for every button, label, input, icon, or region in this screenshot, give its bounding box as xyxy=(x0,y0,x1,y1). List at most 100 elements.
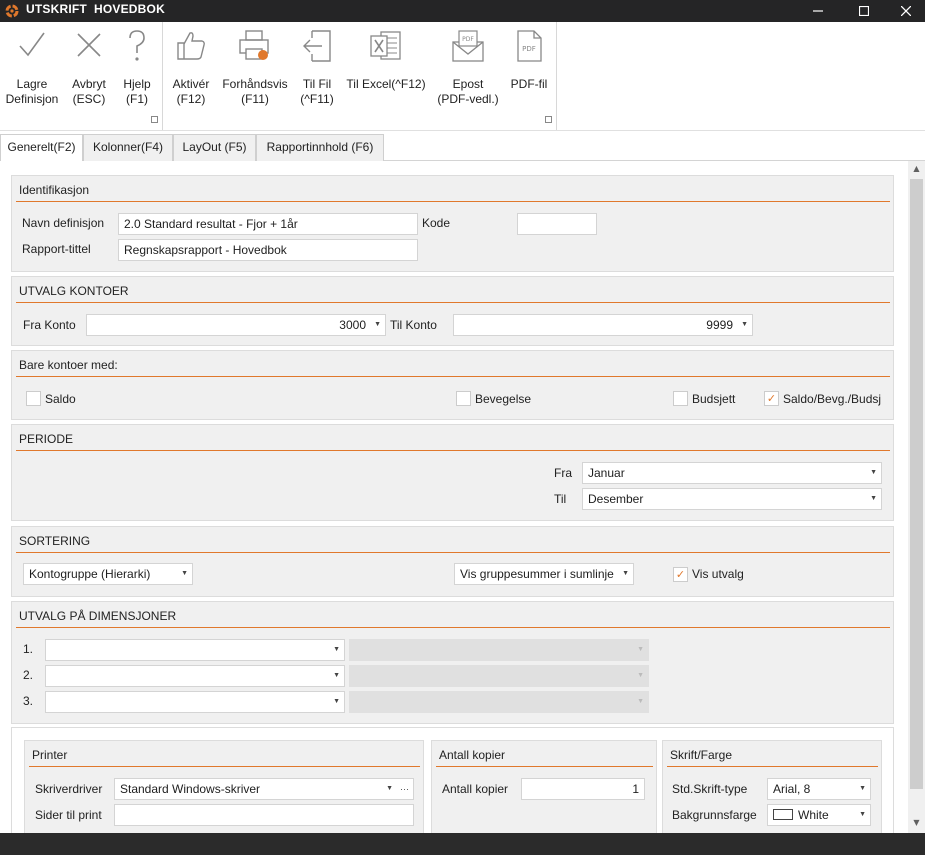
color-swatch xyxy=(773,809,793,820)
dimension-2-value-dropdown: ▼ xyxy=(349,665,649,687)
close-button[interactable] xyxy=(885,0,925,22)
saldo-bevg-budsj-checkbox[interactable]: ✓ xyxy=(764,391,779,406)
antall-kopier-input[interactable]: 1 xyxy=(521,778,645,800)
dimension-row-label: 3. xyxy=(23,694,34,708)
cancel-button[interactable]: Avbryt (ESC) xyxy=(66,28,112,107)
dropdown-arrow-icon: ▼ xyxy=(333,698,340,705)
tab-bar: Generelt(F2) Kolonner(F4) LayOut (F5) Ra… xyxy=(0,131,925,162)
output-settings-panel: Printer Skriverdriver Standard Windows-s… xyxy=(11,727,894,833)
email-pdf-icon: PDF xyxy=(452,30,484,62)
help-button[interactable]: Hjelp (F1) xyxy=(117,28,157,107)
antall-kopier-label: Antall kopier xyxy=(442,782,509,796)
tab-generelt[interactable]: Generelt(F2) xyxy=(0,134,83,162)
rapport-tittel-input[interactable]: Regnskapsrapport - Hovedbok xyxy=(118,239,418,261)
gruppesummer-dropdown[interactable]: Vis gruppesummer i sumlinje ▼ xyxy=(454,563,634,585)
dropdown-arrow-icon: ▼ xyxy=(859,811,866,818)
tab-label: LayOut (F5) xyxy=(182,140,247,154)
vertical-scrollbar[interactable]: ▲ ▼ xyxy=(908,161,925,833)
tab-rapportinnhold[interactable]: Rapportinnhold (F6) xyxy=(256,134,384,161)
dimension-3-dropdown[interactable]: ▼ xyxy=(45,691,345,713)
ribbon-group-expand-icon[interactable] xyxy=(151,116,158,123)
saldo-checkbox[interactable] xyxy=(26,391,41,406)
ribbon-group-expand-icon[interactable] xyxy=(545,116,552,123)
bevegelse-checkbox[interactable] xyxy=(456,391,471,406)
skriverdriver-dropdown[interactable]: Standard Windows-skriver ▼ ··· xyxy=(114,778,414,800)
dimension-3-value-dropdown: ▼ xyxy=(349,691,649,713)
minimize-button[interactable] xyxy=(797,0,839,22)
sortering-value: Kontogruppe (Hierarki) xyxy=(29,567,151,581)
saldo-bevg-budsj-label: Saldo/Bevg./Budsj xyxy=(783,392,882,406)
group-divider xyxy=(667,766,878,767)
skriverdriver-value: Standard Windows-skriver xyxy=(120,782,261,796)
group-header: Skrift/Farge xyxy=(670,748,733,762)
to-excel-button[interactable]: Til Excel(^F12) xyxy=(345,28,427,92)
periode-til-label: Til xyxy=(554,492,567,506)
pdf-file-button[interactable]: PDF PDF-fil xyxy=(506,28,552,92)
periode-fra-value: Januar xyxy=(588,466,625,480)
bakgrunnsfarge-dropdown[interactable]: White ▼ xyxy=(767,804,871,826)
tab-kolonner[interactable]: Kolonner(F4) xyxy=(83,134,173,161)
kopier-group: Antall kopier Antall kopier 1 xyxy=(431,740,657,833)
kode-input[interactable] xyxy=(517,213,597,235)
scroll-down-icon[interactable]: ▼ xyxy=(908,815,925,831)
dropdown-arrow-icon: ▼ xyxy=(637,646,644,653)
skrift-type-dropdown[interactable]: Arial, 8 ▼ xyxy=(767,778,871,800)
save-definition-button[interactable]: Lagre Definisjon xyxy=(3,28,61,107)
budsjett-label: Budsjett xyxy=(692,392,736,406)
cancel-x-icon xyxy=(77,33,101,57)
periode-fra-dropdown[interactable]: Januar ▼ xyxy=(582,462,882,484)
vis-utvalg-checkbox[interactable]: ✓ xyxy=(673,567,688,582)
close-icon xyxy=(900,5,912,17)
email-button[interactable]: PDF Epost (PDF-vedl.) xyxy=(435,28,501,107)
til-konto-dropdown[interactable]: 9999 ▼ xyxy=(453,314,753,336)
dimensjoner-group: UTVALG PÅ DIMENSJONER 1. ▼ ▼ 2. ▼ ▼ 3. ▼… xyxy=(11,601,894,724)
tab-layout[interactable]: LayOut (F5) xyxy=(173,134,256,161)
skriverdriver-label: Skriverdriver xyxy=(35,782,103,796)
group-divider xyxy=(16,302,890,303)
dropdown-arrow-icon: ▼ xyxy=(386,785,393,792)
maximize-button[interactable] xyxy=(843,0,885,22)
window-title: UTSKRIFT HOVEDBOK xyxy=(26,2,165,16)
to-file-button[interactable]: Til Fil (^F11) xyxy=(296,28,338,107)
to-file-label: Til Fil (^F11) xyxy=(300,77,334,106)
cancel-label: Avbryt (ESC) xyxy=(72,77,106,106)
navn-definisjon-label: Navn definisjon xyxy=(22,216,105,230)
dropdown-arrow-icon: ▼ xyxy=(870,469,877,476)
question-mark-icon xyxy=(129,30,145,61)
navn-definisjon-input[interactable]: 2.0 Standard resultat - Fjor + 1år xyxy=(118,213,418,235)
group-divider xyxy=(16,376,890,377)
status-bar xyxy=(0,833,925,855)
preview-button[interactable]: Forhåndsvis (F11) xyxy=(221,28,289,107)
scrollbar-thumb[interactable] xyxy=(910,179,923,789)
fra-konto-label: Fra Konto xyxy=(23,318,76,332)
dimension-2-dropdown[interactable]: ▼ xyxy=(45,665,345,687)
sider-til-print-label: Sider til print xyxy=(35,808,102,822)
sider-til-print-input[interactable] xyxy=(114,804,414,826)
budsjett-checkbox[interactable] xyxy=(673,391,688,406)
skrift-type-label: Std.Skrift-type xyxy=(672,782,748,796)
help-label: Hjelp (F1) xyxy=(123,77,151,106)
maximize-icon xyxy=(858,5,870,17)
thumbs-up-icon xyxy=(177,32,205,60)
ellipsis-button[interactable]: ··· xyxy=(400,779,409,799)
skrift-farge-group: Skrift/Farge Std.Skrift-type Arial, 8 ▼ B… xyxy=(662,740,882,833)
activate-button[interactable]: Aktivér (F12) xyxy=(168,28,214,107)
ribbon-separator xyxy=(162,22,163,130)
group-divider xyxy=(16,627,890,628)
minimize-icon xyxy=(813,10,823,12)
dropdown-arrow-icon: ▼ xyxy=(870,495,877,502)
scroll-up-icon[interactable]: ▲ xyxy=(908,161,925,177)
printer-group: Printer Skriverdriver Standard Windows-s… xyxy=(24,740,424,833)
dimension-1-dropdown[interactable]: ▼ xyxy=(45,639,345,661)
fra-konto-dropdown[interactable]: 3000 ▼ xyxy=(86,314,386,336)
sortering-dropdown[interactable]: Kontogruppe (Hierarki) ▼ xyxy=(23,563,193,585)
group-header: PERIODE xyxy=(19,432,74,446)
saldo-label: Saldo xyxy=(45,392,76,406)
tab-label: Rapportinnhold (F6) xyxy=(266,140,374,154)
dimension-1-value-dropdown: ▼ xyxy=(349,639,649,661)
dropdown-arrow-icon: ▼ xyxy=(181,570,188,577)
periode-til-dropdown[interactable]: Desember ▼ xyxy=(582,488,882,510)
vis-utvalg-label: Vis utvalg xyxy=(692,567,744,581)
bakgrunnsfarge-label: Bakgrunnsfarge xyxy=(672,808,757,822)
checkmark-icon xyxy=(19,32,45,57)
